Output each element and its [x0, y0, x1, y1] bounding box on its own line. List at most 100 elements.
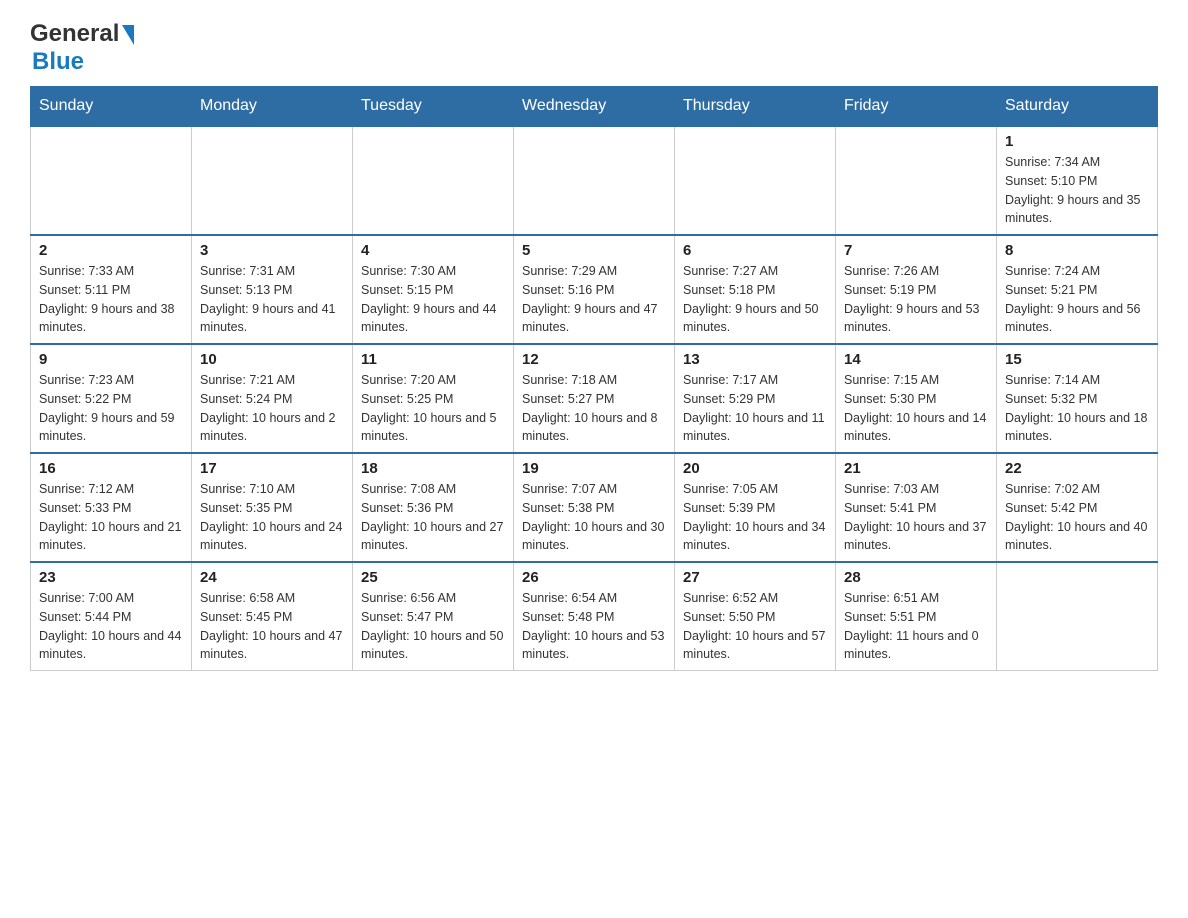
- day-number: 3: [200, 242, 344, 259]
- day-number: 28: [844, 569, 988, 586]
- logo-general-text: General: [30, 20, 119, 48]
- calendar-week-row-3: 9 Sunrise: 7:23 AMSunset: 5:22 PMDaylight…: [31, 344, 1158, 453]
- day-info: Sunrise: 7:18 AMSunset: 5:27 PMDaylight:…: [522, 371, 666, 446]
- calendar-cell: 22 Sunrise: 7:02 AMSunset: 5:42 PMDayligh…: [997, 453, 1158, 562]
- calendar-cell: 16 Sunrise: 7:12 AMSunset: 5:33 PMDayligh…: [31, 453, 192, 562]
- day-info: Sunrise: 6:54 AMSunset: 5:48 PMDaylight:…: [522, 589, 666, 664]
- calendar-header-friday: Friday: [836, 87, 997, 127]
- day-number: 13: [683, 351, 827, 368]
- calendar-cell: [997, 562, 1158, 671]
- day-number: 19: [522, 460, 666, 477]
- day-number: 23: [39, 569, 183, 586]
- calendar-header-row: SundayMondayTuesdayWednesdayThursdayFrid…: [31, 87, 1158, 127]
- calendar-cell: 27 Sunrise: 6:52 AMSunset: 5:50 PMDayligh…: [675, 562, 836, 671]
- calendar-cell: [675, 126, 836, 235]
- day-number: 20: [683, 460, 827, 477]
- calendar-header-tuesday: Tuesday: [353, 87, 514, 127]
- calendar-cell: [514, 126, 675, 235]
- calendar-cell: [836, 126, 997, 235]
- day-info: Sunrise: 7:05 AMSunset: 5:39 PMDaylight:…: [683, 480, 827, 555]
- calendar-week-row-5: 23 Sunrise: 7:00 AMSunset: 5:44 PMDayligh…: [31, 562, 1158, 671]
- day-number: 9: [39, 351, 183, 368]
- day-info: Sunrise: 7:27 AMSunset: 5:18 PMDaylight:…: [683, 262, 827, 337]
- day-number: 10: [200, 351, 344, 368]
- calendar-cell: 14 Sunrise: 7:15 AMSunset: 5:30 PMDayligh…: [836, 344, 997, 453]
- calendar-cell: 10 Sunrise: 7:21 AMSunset: 5:24 PMDayligh…: [192, 344, 353, 453]
- day-info: Sunrise: 7:20 AMSunset: 5:25 PMDaylight:…: [361, 371, 505, 446]
- day-info: Sunrise: 7:10 AMSunset: 5:35 PMDaylight:…: [200, 480, 344, 555]
- day-number: 5: [522, 242, 666, 259]
- day-info: Sunrise: 7:21 AMSunset: 5:24 PMDaylight:…: [200, 371, 344, 446]
- day-number: 4: [361, 242, 505, 259]
- calendar-week-row-4: 16 Sunrise: 7:12 AMSunset: 5:33 PMDayligh…: [31, 453, 1158, 562]
- day-info: Sunrise: 7:31 AMSunset: 5:13 PMDaylight:…: [200, 262, 344, 337]
- day-info: Sunrise: 7:12 AMSunset: 5:33 PMDaylight:…: [39, 480, 183, 555]
- day-info: Sunrise: 7:24 AMSunset: 5:21 PMDaylight:…: [1005, 262, 1149, 337]
- day-number: 15: [1005, 351, 1149, 368]
- day-info: Sunrise: 7:34 AMSunset: 5:10 PMDaylight:…: [1005, 153, 1149, 228]
- day-number: 24: [200, 569, 344, 586]
- day-number: 6: [683, 242, 827, 259]
- logo-blue-text: Blue: [32, 48, 84, 76]
- day-number: 26: [522, 569, 666, 586]
- day-number: 1: [1005, 133, 1149, 150]
- calendar-cell: 12 Sunrise: 7:18 AMSunset: 5:27 PMDayligh…: [514, 344, 675, 453]
- day-info: Sunrise: 7:33 AMSunset: 5:11 PMDaylight:…: [39, 262, 183, 337]
- calendar-header-sunday: Sunday: [31, 87, 192, 127]
- day-info: Sunrise: 6:56 AMSunset: 5:47 PMDaylight:…: [361, 589, 505, 664]
- day-number: 27: [683, 569, 827, 586]
- day-info: Sunrise: 7:15 AMSunset: 5:30 PMDaylight:…: [844, 371, 988, 446]
- calendar-cell: 13 Sunrise: 7:17 AMSunset: 5:29 PMDayligh…: [675, 344, 836, 453]
- calendar-cell: 11 Sunrise: 7:20 AMSunset: 5:25 PMDayligh…: [353, 344, 514, 453]
- calendar-cell: 24Sunrise: 6:58 AMSunset: 5:45 PMDayligh…: [192, 562, 353, 671]
- calendar-header-wednesday: Wednesday: [514, 87, 675, 127]
- calendar-week-row-2: 2 Sunrise: 7:33 AMSunset: 5:11 PMDaylight…: [31, 235, 1158, 344]
- day-number: 2: [39, 242, 183, 259]
- calendar-cell: 20 Sunrise: 7:05 AMSunset: 5:39 PMDayligh…: [675, 453, 836, 562]
- calendar-cell: 8 Sunrise: 7:24 AMSunset: 5:21 PMDaylight…: [997, 235, 1158, 344]
- calendar-cell: 3 Sunrise: 7:31 AMSunset: 5:13 PMDaylight…: [192, 235, 353, 344]
- day-info: Sunrise: 7:29 AMSunset: 5:16 PMDaylight:…: [522, 262, 666, 337]
- calendar-cell: 9 Sunrise: 7:23 AMSunset: 5:22 PMDaylight…: [31, 344, 192, 453]
- day-number: 16: [39, 460, 183, 477]
- calendar-week-row-1: 1 Sunrise: 7:34 AMSunset: 5:10 PMDaylight…: [31, 126, 1158, 235]
- day-info: Sunrise: 7:23 AMSunset: 5:22 PMDaylight:…: [39, 371, 183, 446]
- logo-triangle-icon: [122, 25, 134, 45]
- calendar-cell: [31, 126, 192, 235]
- day-info: Sunrise: 7:17 AMSunset: 5:29 PMDaylight:…: [683, 371, 827, 446]
- day-info: Sunrise: 7:00 AMSunset: 5:44 PMDaylight:…: [39, 589, 183, 664]
- day-number: 7: [844, 242, 988, 259]
- day-number: 21: [844, 460, 988, 477]
- calendar-cell: 6 Sunrise: 7:27 AMSunset: 5:18 PMDaylight…: [675, 235, 836, 344]
- day-number: 8: [1005, 242, 1149, 259]
- day-info: Sunrise: 7:03 AMSunset: 5:41 PMDaylight:…: [844, 480, 988, 555]
- calendar-cell: 25 Sunrise: 6:56 AMSunset: 5:47 PMDayligh…: [353, 562, 514, 671]
- day-number: 25: [361, 569, 505, 586]
- calendar-cell: 19 Sunrise: 7:07 AMSunset: 5:38 PMDayligh…: [514, 453, 675, 562]
- calendar-cell: 26 Sunrise: 6:54 AMSunset: 5:48 PMDayligh…: [514, 562, 675, 671]
- day-info: Sunrise: 7:08 AMSunset: 5:36 PMDaylight:…: [361, 480, 505, 555]
- day-info: Sunrise: 7:02 AMSunset: 5:42 PMDaylight:…: [1005, 480, 1149, 555]
- calendar-cell: [192, 126, 353, 235]
- logo: General Blue: [30, 20, 134, 76]
- calendar-cell: 1 Sunrise: 7:34 AMSunset: 5:10 PMDaylight…: [997, 126, 1158, 235]
- day-number: 11: [361, 351, 505, 368]
- calendar-cell: 28 Sunrise: 6:51 AMSunset: 5:51 PMDayligh…: [836, 562, 997, 671]
- day-number: 18: [361, 460, 505, 477]
- day-number: 14: [844, 351, 988, 368]
- day-info: Sunrise: 7:30 AMSunset: 5:15 PMDaylight:…: [361, 262, 505, 337]
- day-number: 22: [1005, 460, 1149, 477]
- day-number: 12: [522, 351, 666, 368]
- calendar-cell: 2 Sunrise: 7:33 AMSunset: 5:11 PMDaylight…: [31, 235, 192, 344]
- day-number: 17: [200, 460, 344, 477]
- calendar-header-monday: Monday: [192, 87, 353, 127]
- calendar-cell: 17 Sunrise: 7:10 AMSunset: 5:35 PMDayligh…: [192, 453, 353, 562]
- page-header: General Blue: [30, 20, 1158, 76]
- calendar-cell: [353, 126, 514, 235]
- calendar-cell: 15Sunrise: 7:14 AMSunset: 5:32 PMDayligh…: [997, 344, 1158, 453]
- day-info: Sunrise: 6:52 AMSunset: 5:50 PMDaylight:…: [683, 589, 827, 664]
- calendar-table: SundayMondayTuesdayWednesdayThursdayFrid…: [30, 86, 1158, 671]
- calendar-cell: 18 Sunrise: 7:08 AMSunset: 5:36 PMDayligh…: [353, 453, 514, 562]
- day-info: Sunrise: 6:51 AMSunset: 5:51 PMDaylight:…: [844, 589, 988, 664]
- day-info: Sunrise: 7:07 AMSunset: 5:38 PMDaylight:…: [522, 480, 666, 555]
